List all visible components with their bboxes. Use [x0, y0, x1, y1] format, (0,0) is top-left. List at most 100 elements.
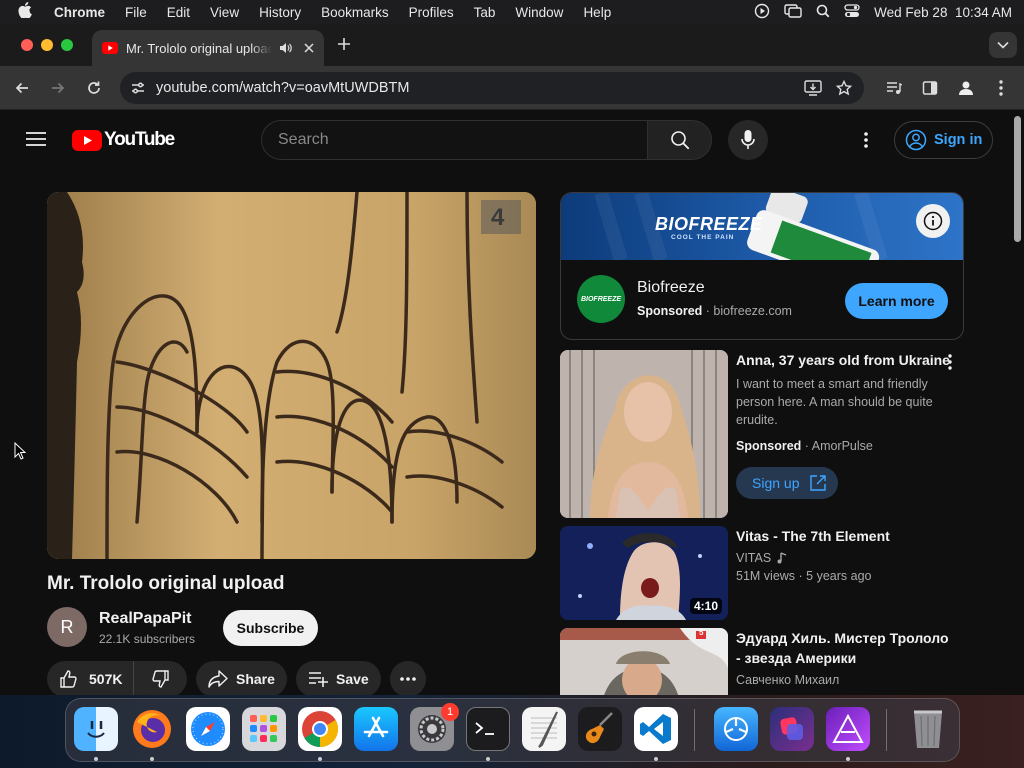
textedit-icon[interactable] — [522, 707, 566, 751]
ad-info-button[interactable] — [916, 204, 950, 238]
window-zoom-button[interactable] — [61, 39, 73, 51]
menu-chrome[interactable]: Chrome — [54, 5, 105, 20]
ad-logo[interactable]: BIOFREEZE — [577, 275, 625, 323]
subscribe-button[interactable]: Subscribe — [223, 610, 318, 646]
running-indicator — [318, 757, 322, 761]
menu-history[interactable]: History — [259, 5, 301, 20]
control-center-icon[interactable] — [844, 3, 860, 21]
menu-edit[interactable]: Edit — [167, 5, 190, 20]
address-bar[interactable]: youtube.com/watch?v=oavMtUWDBTM — [120, 72, 864, 104]
app-store-icon[interactable] — [354, 707, 398, 751]
tab-search-button[interactable] — [989, 32, 1017, 58]
video-title: Mr. Trololo original upload — [47, 573, 285, 594]
youtube-favicon-icon — [102, 42, 118, 54]
channel-avatar[interactable]: R — [47, 607, 87, 647]
side-panel-icon[interactable] — [922, 80, 938, 96]
search-input[interactable]: Search — [261, 120, 648, 160]
sign-in-button[interactable]: Sign in — [894, 121, 993, 159]
tab-title: Mr. Trololo original upload — [126, 40, 272, 56]
channel-name[interactable]: RealPapaPit — [99, 610, 191, 628]
video-player[interactable]: 4 — [47, 192, 536, 559]
more-actions-button[interactable] — [390, 661, 426, 695]
site-info-icon[interactable] — [130, 80, 146, 96]
browser-tab-active[interactable]: Mr. Trololo original upload — [92, 30, 324, 66]
spotlight-search-icon[interactable] — [816, 4, 830, 21]
menu-view[interactable]: View — [210, 5, 239, 20]
sponsored-more-icon[interactable] — [948, 354, 952, 370]
save-button[interactable]: Save — [296, 661, 381, 695]
back-button[interactable] — [14, 80, 30, 96]
youtube-page: YouTube Search Sign in 4 Mr. Trololo ori… — [0, 111, 1012, 695]
ad-learn-more-button[interactable]: Learn more — [845, 283, 948, 319]
dislike-button[interactable] — [134, 661, 186, 695]
affinity-icon[interactable] — [826, 707, 870, 751]
scrollbar-thumb[interactable] — [1014, 116, 1021, 242]
media-controls-icon[interactable] — [886, 80, 902, 96]
recommendation-thumbnail[interactable]: 5 — [560, 628, 728, 695]
menu-bookmarks[interactable]: Bookmarks — [321, 5, 389, 20]
menu-file[interactable]: File — [125, 5, 147, 20]
menu-profiles[interactable]: Profiles — [409, 5, 454, 20]
companion-ad[interactable]: BIOFREEZE COOL THE PAIN BIOFREEZE Biofre… — [560, 192, 964, 340]
finder-icon[interactable] — [74, 707, 118, 751]
voice-search-button[interactable] — [728, 120, 768, 160]
reload-button[interactable] — [86, 80, 102, 96]
recommendation-item[interactable]: 5 Эдуард Хиль. Мистер Трололо - звезда А… — [560, 628, 964, 695]
recommendation-title[interactable]: Эдуард Хиль. Мистер Трололо - звезда Аме… — [736, 628, 950, 668]
tab-strip: Mr. Trololo original upload — [0, 24, 1024, 66]
install-app-icon[interactable] — [804, 80, 822, 96]
vscode-icon[interactable] — [634, 707, 678, 751]
terminal-icon[interactable] — [466, 707, 510, 751]
menu-window[interactable]: Window — [515, 5, 563, 20]
window-close-button[interactable] — [21, 39, 33, 51]
recommendation-meta: Vitas - The 7th Element VITAS 51M views … — [736, 526, 950, 585]
menubar-clock[interactable]: Wed Feb 28 10:34 AM — [874, 5, 1012, 20]
menu-tab[interactable]: Tab — [474, 5, 496, 20]
sponsored-advertiser: AmorPulse — [811, 439, 873, 453]
recommendation-stats: 51M views · 5 years ago — [736, 567, 950, 585]
chrome-menu-icon[interactable] — [998, 79, 1004, 97]
trash-icon[interactable] — [906, 707, 950, 751]
ad-name[interactable]: Biofreeze — [637, 279, 705, 297]
sponsored-title[interactable]: Anna, 37 years old from Ukraine — [736, 350, 950, 370]
apple-icon[interactable] — [18, 2, 32, 22]
youtube-logo[interactable]: YouTube — [72, 129, 175, 151]
recommendation-views: 51M views — [736, 569, 796, 583]
signup-label: Sign up — [752, 475, 800, 491]
profile-avatar-icon[interactable] — [957, 79, 975, 97]
thumbs-up-icon — [59, 669, 79, 689]
firefox-icon[interactable] — [130, 707, 174, 751]
chrome-icon[interactable] — [298, 707, 342, 751]
launchpad-icon[interactable] — [242, 707, 286, 751]
ad-banner[interactable]: BIOFREEZE COOL THE PAIN — [561, 193, 963, 260]
recommendation-channel[interactable]: VITAS — [736, 549, 771, 567]
tab-close-icon[interactable] — [304, 43, 314, 53]
like-button[interactable]: 507K — [47, 661, 134, 695]
sponsored-thumbnail[interactable] — [560, 350, 728, 518]
garageband-icon[interactable] — [578, 707, 622, 751]
screen-mirroring-icon[interactable] — [784, 3, 802, 21]
recommendation-item[interactable]: 4:10 Vitas - The 7th Element VITAS 51M v… — [560, 526, 964, 620]
safari-icon[interactable] — [186, 707, 230, 751]
recommendation-channel[interactable]: Савченко Михаил — [736, 671, 950, 689]
sponsored-signup-button[interactable]: Sign up — [736, 467, 838, 499]
menu-help[interactable]: Help — [583, 5, 611, 20]
url-text[interactable]: youtube.com/watch?v=oavMtUWDBTM — [156, 80, 409, 96]
settings-more-icon[interactable] — [863, 131, 869, 149]
search-button[interactable] — [647, 120, 712, 160]
window-minimize-button[interactable] — [41, 39, 53, 51]
sponsored-description: I want to meet a smart and friendly pers… — [736, 377, 933, 427]
sponsored-recommendation[interactable]: Anna, 37 years old from Ukraine I want t… — [560, 350, 964, 518]
guide-menu-icon[interactable] — [26, 131, 46, 147]
running-indicator — [654, 757, 658, 761]
testflight-icon[interactable] — [714, 707, 758, 751]
recommendation-title[interactable]: Vitas - The 7th Element — [736, 526, 950, 546]
share-button[interactable]: Share — [196, 661, 287, 695]
shortcuts-icon[interactable] — [770, 707, 814, 751]
recommendation-thumbnail[interactable]: 4:10 — [560, 526, 728, 620]
new-tab-button[interactable] — [337, 37, 351, 51]
media-play-icon[interactable] — [754, 3, 770, 22]
forward-button[interactable] — [50, 80, 66, 96]
bookmark-star-icon[interactable] — [836, 80, 852, 96]
tab-audio-icon[interactable] — [278, 41, 292, 55]
